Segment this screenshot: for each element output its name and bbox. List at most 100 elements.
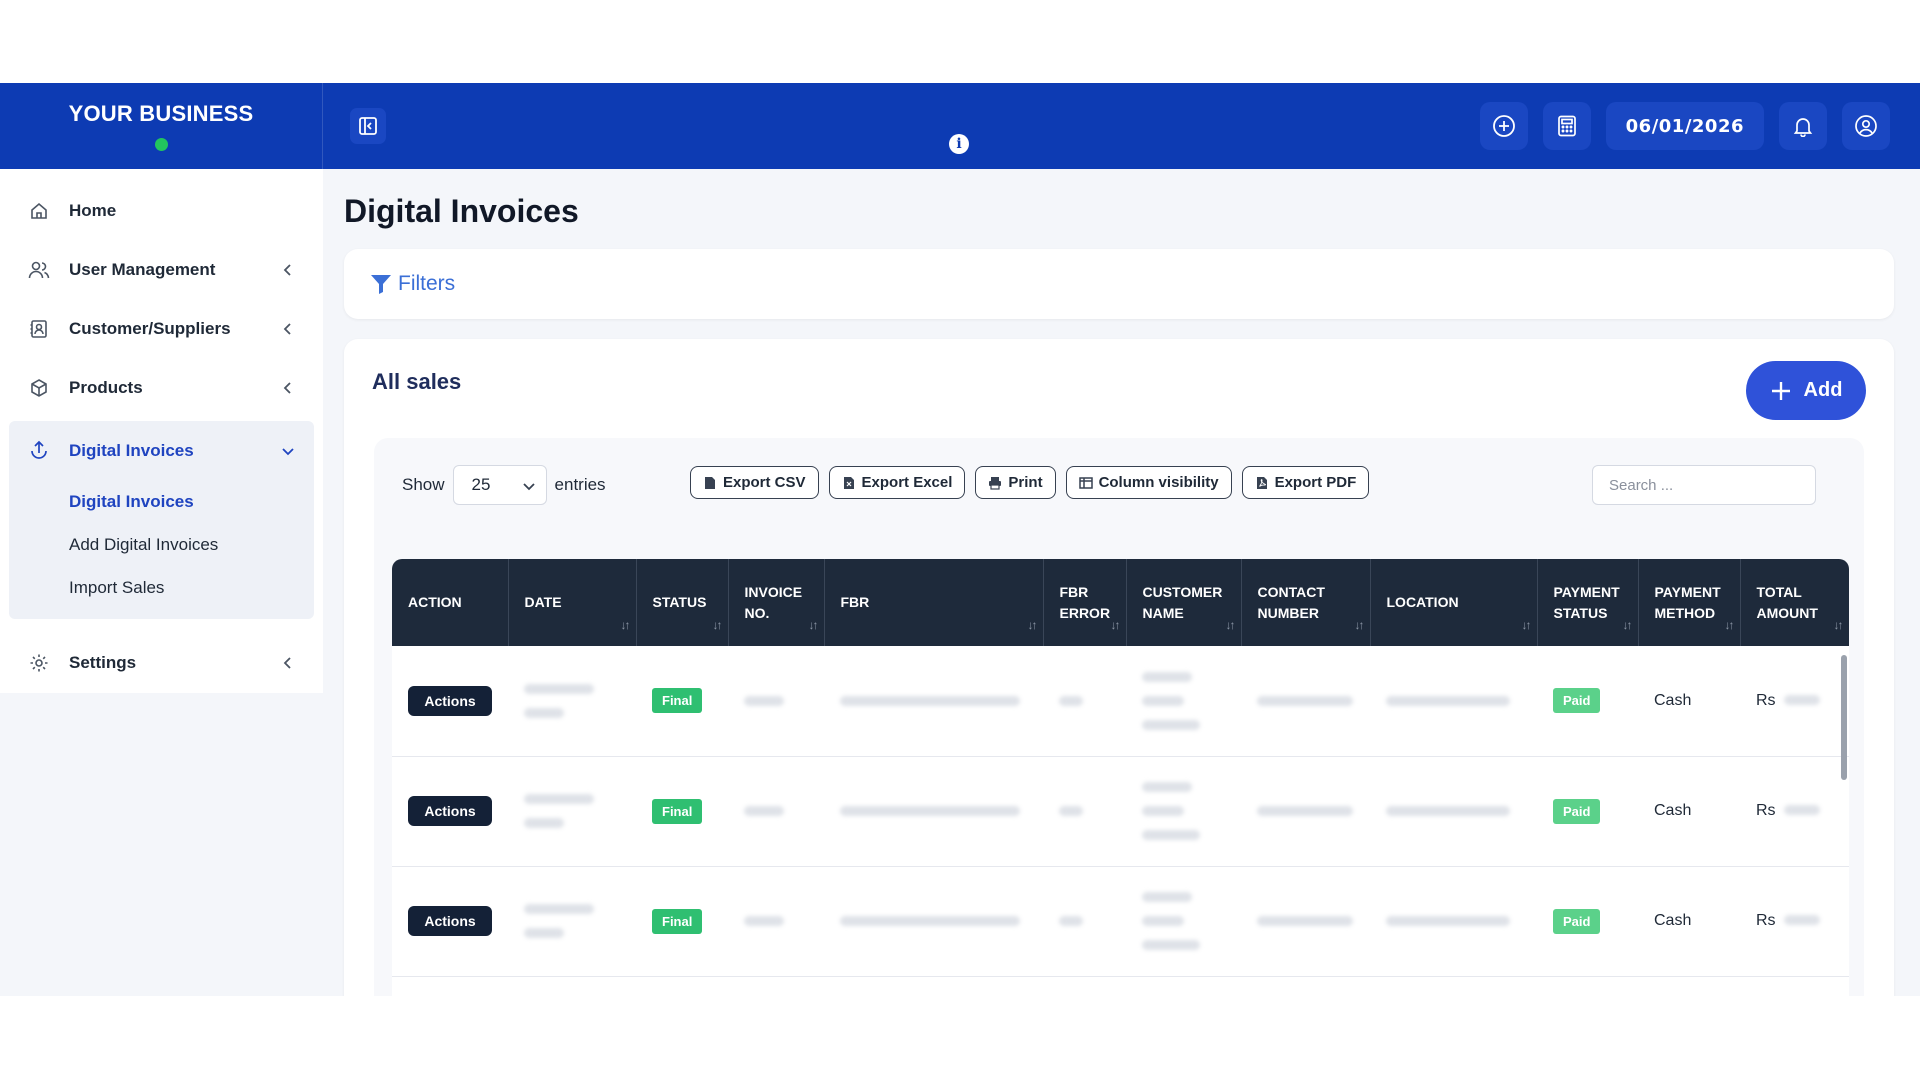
sidebar-subitem-import-sales[interactable]: Import Sales [9,566,314,609]
payment-status-badge: Paid [1553,688,1601,714]
redacted-text [1059,916,1083,926]
total-amount-cell: Rs [1740,866,1849,977]
column-header[interactable]: PAYMENT METHOD ↓↑ [1638,559,1741,646]
chevron-left-icon [283,656,291,669]
sort-icon[interactable]: ↓↑ [1623,615,1633,636]
export-csv-button[interactable]: Export CSV [690,466,819,499]
user-circle-icon [1855,115,1877,137]
columns-icon [1078,476,1093,489]
profile-button[interactable] [1842,102,1890,150]
column-header[interactable]: LOCATION ↓↑ [1370,559,1538,646]
chevron-down-icon [522,483,535,491]
sort-icon[interactable]: ↓↑ [713,615,723,636]
entries-label: entries [554,475,606,494]
sidebar-subitem-add-digital-invoices[interactable]: Add Digital Invoices [9,523,314,566]
sort-icon[interactable]: ↓↑ [1226,615,1236,636]
redacted-text [1059,806,1083,816]
column-header[interactable]: CUSTOMER NAME ↓↑ [1126,559,1242,646]
column-header-label: STATUS [652,594,707,610]
sales-card: All sales Add Show 25 entries Export CSV [344,339,1894,996]
table-header-row: ACTION DATE ↓↑ STATUS ↓↑ INVOICE NO. ↓↑ FBR ↓↑ FBR… [392,559,1849,646]
date-display[interactable]: 06/01/2026 [1605,102,1764,150]
search-input[interactable] [1592,465,1816,505]
add-button[interactable]: Add [1746,361,1866,420]
redacted-text [1142,892,1192,902]
notifications-button[interactable] [1779,102,1827,150]
status-badge-cell: Final [636,756,728,867]
redacted-cell [1370,646,1537,757]
sidebar-item-home[interactable]: Home [0,181,323,240]
actions-button-cell: Actions [392,646,508,757]
sort-icon[interactable]: ↓↑ [1834,615,1844,636]
bell-icon [1793,118,1813,137]
redacted-cell [728,866,824,977]
total-amount: Rs [1756,691,1776,709]
sidebar-item-products[interactable]: Products [0,358,323,417]
column-visibility-button[interactable]: Column visibility [1065,466,1232,499]
payment-status-badge-cell: Paid [1537,646,1638,757]
chevron-left-icon [283,322,291,335]
column-header[interactable]: FBR ERROR ↓↑ [1043,559,1127,646]
column-header[interactable]: STATUS ↓↑ [636,559,729,646]
chevron-left-icon [283,263,291,276]
redacted-cell [1241,866,1370,977]
table-row[interactable]: Actions Final Paid Cash Rs [392,756,1849,867]
redacted-text [524,683,594,694]
table-body: Actions Final Paid Cash Rs Actions Final Paid Ca… [392,646,1849,977]
redacted-text [1142,940,1200,950]
entries-control: Show 25 entries [402,465,606,505]
sort-icon[interactable]: ↓↑ [621,615,631,636]
redacted-text [524,794,594,804]
column-header-label: PAYMENT [1654,583,1721,600]
sort-icon[interactable]: ↓↑ [1522,615,1532,636]
column-header-label: ACTION [408,594,462,610]
redacted-cell [1043,756,1126,867]
redacted-text [744,806,784,816]
sort-icon[interactable]: ↓↑ [1355,615,1365,636]
table-row[interactable]: Actions Final Paid Cash Rs [392,646,1849,757]
filters-panel[interactable]: Filters [344,249,1894,319]
calculator-button[interactable] [1542,102,1591,150]
sort-icon[interactable]: ↓↑ [1028,615,1038,636]
quick-add-button[interactable] [1479,102,1528,150]
column-header-label: PAYMENT [1553,583,1620,600]
column-header[interactable]: TOTAL AMOUNT ↓↑ [1740,559,1849,646]
redacted-text [1059,695,1083,706]
sort-icon[interactable]: ↓↑ [809,615,819,636]
entries-select[interactable]: 25 [452,465,547,505]
sidebar-item-settings[interactable]: Settings [0,633,323,692]
info-icon[interactable]: i [949,134,969,154]
print-button[interactable]: Print [975,466,1056,499]
actions-button[interactable]: Actions [408,796,492,826]
export-pdf-button[interactable]: Export PDF [1241,466,1370,499]
payment-status-badge: Paid [1553,908,1601,934]
export-excel-button[interactable]: Export Excel [828,466,966,499]
column-header[interactable]: ACTION [392,559,509,646]
redacted-cell [1370,866,1537,977]
sidebar-item-user-management[interactable]: User Management [0,240,323,299]
column-header[interactable]: INVOICE NO. ↓↑ [728,559,825,646]
sort-icon[interactable]: ↓↑ [1111,615,1121,636]
column-header[interactable]: CONTACT NUMBER ↓↑ [1241,559,1371,646]
table-scrollbar[interactable] [1841,655,1847,780]
column-header[interactable]: FBR ↓↑ [824,559,1044,646]
export-pdf-label: Export PDF [1274,474,1357,491]
column-header-label: FBR [1059,583,1089,600]
sidebar-subitem-digital-invoices[interactable]: Digital Invoices [9,480,314,523]
column-header[interactable]: PAYMENT STATUS ↓↑ [1537,559,1639,646]
filters-label: Filters [398,272,456,295]
sidebar-item-digital-invoices[interactable]: Digital Invoices [9,421,314,480]
sort-icon[interactable]: ↓↑ [1725,615,1735,636]
actions-button[interactable]: Actions [408,685,492,716]
actions-button[interactable]: Actions [408,906,492,936]
sidebar-item-customer-suppliers[interactable]: Customer/Suppliers [0,299,323,358]
payment-status-badge-cell: Paid [1537,866,1638,977]
column-header[interactable]: DATE ↓↑ [508,559,637,646]
plus-icon [1771,381,1790,400]
redacted-text [524,928,564,938]
table-row[interactable]: Actions Final Paid Cash Rs [392,866,1849,977]
actions-button-cell: Actions [392,756,508,867]
sidebar-toggle-button[interactable] [350,108,386,144]
status-badge-cell: Final [636,646,728,757]
redacted-cell [1043,866,1126,977]
